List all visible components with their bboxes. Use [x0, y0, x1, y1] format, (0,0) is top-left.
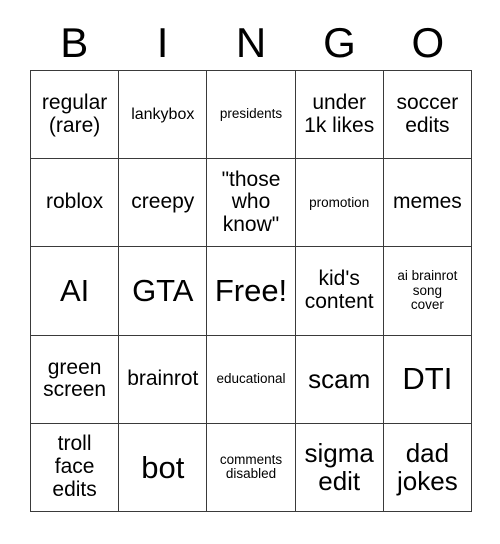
- bingo-cell-label: GTA: [132, 273, 194, 309]
- bingo-cell-label: memes: [392, 190, 462, 214]
- bingo-cell[interactable]: under 1k likes: [295, 71, 384, 160]
- bingo-cell-label: "those who know": [221, 167, 281, 237]
- bingo-cell[interactable]: scam: [295, 335, 384, 424]
- bingo-cell[interactable]: soccer edits: [383, 71, 472, 160]
- bingo-cell-label: lankybox: [131, 105, 195, 123]
- bingo-cell[interactable]: promotion: [295, 159, 384, 248]
- bingo-cell[interactable]: creepy: [119, 159, 208, 248]
- bingo-cell-label: brainrot: [127, 366, 199, 390]
- bingo-header-letter-o: O: [411, 19, 445, 66]
- bingo-cell[interactable]: roblox: [31, 159, 120, 248]
- bingo-cell-label: DTI: [402, 361, 453, 397]
- bingo-header-letter-n: N: [235, 19, 267, 66]
- bingo-cell-label: Free!: [214, 273, 288, 309]
- bingo-cell[interactable]: memes: [383, 159, 472, 248]
- bingo-cell[interactable]: GTA: [119, 247, 208, 336]
- bingo-cell-label: ai brainrot song cover: [397, 268, 458, 313]
- bingo-cell[interactable]: regular (rare): [31, 71, 120, 160]
- bingo-cell[interactable]: educational: [207, 335, 296, 424]
- bingo-cell-label: troll face edits: [52, 432, 97, 501]
- bingo-cell-label: creepy: [131, 190, 195, 214]
- bingo-cell[interactable]: DTI: [383, 335, 472, 424]
- bingo-cell-label: soccer edits: [396, 90, 459, 137]
- bingo-cell-label: bot: [141, 449, 185, 485]
- bingo-cell[interactable]: brainrot: [119, 335, 208, 424]
- bingo-cell[interactable]: Free!: [207, 247, 296, 336]
- bingo-cell-label: promotion: [309, 194, 370, 210]
- bingo-header-row: B I N G O: [30, 16, 472, 70]
- bingo-cell-label: presidents: [219, 106, 283, 122]
- bingo-header-letter-g: G: [323, 19, 356, 66]
- bingo-cell[interactable]: presidents: [207, 71, 296, 160]
- bingo-cell-label: scam: [308, 364, 371, 395]
- bingo-cell-label: regular (rare): [41, 90, 108, 137]
- bingo-cell-label: kid's content: [304, 267, 374, 313]
- bingo-cell-label: educational: [216, 370, 286, 386]
- bingo-cell-label: sigma edit: [304, 438, 374, 497]
- bingo-header-letter-i: I: [156, 19, 169, 66]
- bingo-cell[interactable]: troll face edits: [31, 423, 120, 512]
- bingo-cell[interactable]: dad jokes: [383, 423, 472, 512]
- bingo-cell-label: green screen: [43, 355, 107, 402]
- bingo-grid: regular (rare) lankybox presidents under 1k…: [30, 70, 472, 512]
- bingo-cell[interactable]: comments disabled: [207, 423, 296, 512]
- bingo-cell[interactable]: kid's content: [295, 247, 384, 336]
- bingo-cell-label: under 1k likes: [304, 90, 375, 137]
- bingo-cell[interactable]: ai brainrot song cover: [383, 247, 472, 336]
- bingo-cell-label: comments disabled: [219, 451, 283, 482]
- bingo-cell-label: dad jokes: [397, 438, 458, 497]
- bingo-cell[interactable]: lankybox: [119, 71, 208, 160]
- bingo-header-letter-b: B: [60, 19, 89, 66]
- bingo-cell[interactable]: bot: [119, 423, 208, 512]
- bingo-cell-label: roblox: [45, 190, 104, 214]
- bingo-cell-label: AI: [59, 273, 90, 309]
- bingo-cell[interactable]: green screen: [31, 335, 120, 424]
- bingo-cell[interactable]: AI: [31, 247, 120, 336]
- bingo-cell[interactable]: "those who know": [207, 159, 296, 248]
- bingo-card: B I N G O regular (rare) lankybox presiden…: [0, 0, 500, 544]
- bingo-cell[interactable]: sigma edit: [295, 423, 384, 512]
